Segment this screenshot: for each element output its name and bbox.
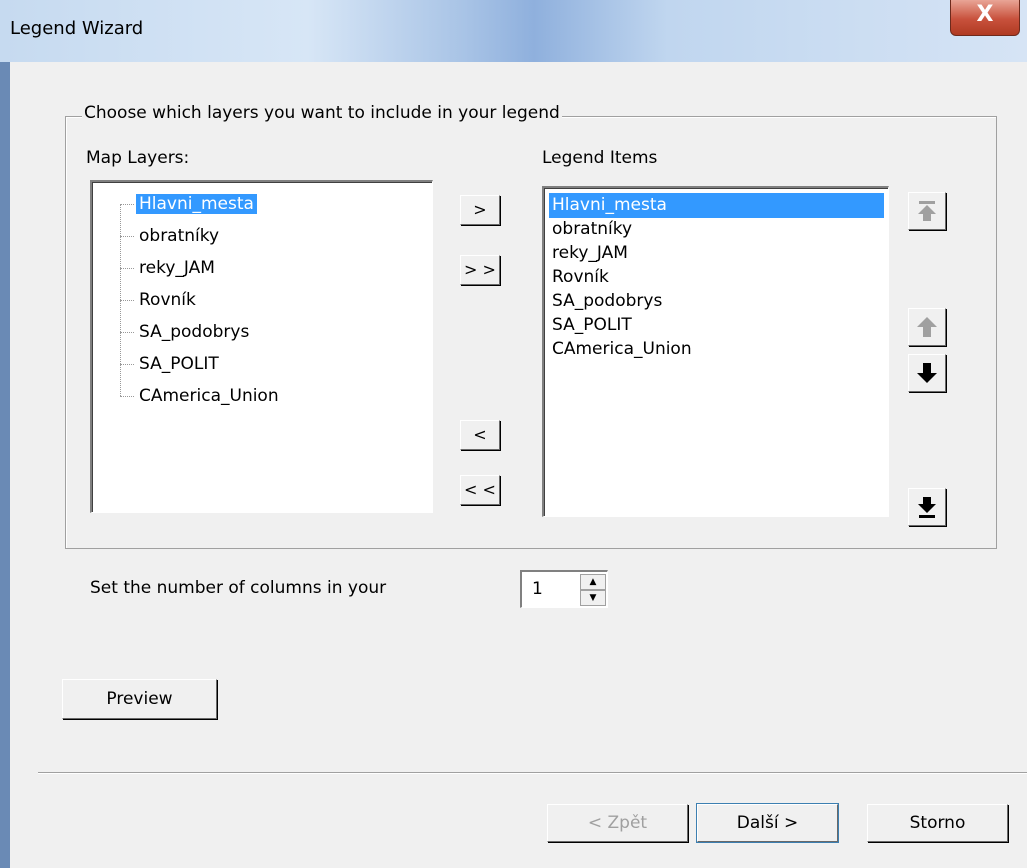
tree-connector [120, 236, 134, 237]
tree-connector [120, 300, 134, 301]
map-layers-list[interactable]: Hlavni_mesta obratníky reky_JAM Rovník S… [90, 180, 433, 513]
map-layers-label: Map Layers: [86, 148, 190, 168]
map-layer-item[interactable]: Hlavni_mesta [136, 192, 257, 216]
move-to-top-button[interactable] [908, 192, 946, 230]
tree-connector [120, 332, 134, 333]
footer-separator [38, 772, 1027, 774]
legend-item[interactable]: SA_podobrys [549, 289, 884, 314]
move-down-icon [917, 363, 937, 383]
next-button[interactable]: Další > [697, 804, 838, 842]
legend-item[interactable]: CAmerica_Union [549, 337, 884, 362]
add-layer-button[interactable]: > [460, 195, 500, 225]
map-layer-item[interactable]: reky_JAM [139, 256, 215, 280]
map-layer-item[interactable]: SA_podobrys [139, 320, 249, 344]
legend-item[interactable]: obratníky [549, 217, 884, 242]
add-all-layers-button[interactable]: > > [460, 255, 500, 285]
tree-connector [120, 204, 134, 205]
tree-connector [120, 364, 134, 365]
close-button[interactable]: X [950, 0, 1020, 36]
tree-connector [120, 396, 134, 397]
move-to-top-icon [918, 201, 936, 221]
columns-spinbox[interactable]: 1 ▲ ▼ [520, 570, 608, 608]
columns-value[interactable]: 1 [532, 579, 543, 599]
dialog-body: Choose which layers you want to include … [10, 62, 1027, 868]
window-title: Legend Wizard [10, 18, 144, 39]
legend-items-label: Legend Items [542, 148, 658, 168]
map-layer-item[interactable]: CAmerica_Union [139, 384, 279, 408]
move-up-icon [917, 317, 937, 337]
map-layer-item[interactable]: SA_POLIT [139, 352, 219, 376]
legend-item[interactable]: Rovník [549, 265, 884, 290]
tree-connector [120, 268, 134, 269]
move-up-button[interactable] [908, 308, 946, 346]
remove-all-layers-button[interactable]: < < [460, 475, 500, 505]
move-down-button[interactable] [908, 354, 946, 392]
map-layer-item[interactable]: obratníky [139, 224, 219, 248]
map-layer-item[interactable]: Rovník [139, 288, 196, 312]
title-bar: Legend Wizard X [0, 0, 1027, 62]
legend-item[interactable]: SA_POLIT [549, 313, 884, 338]
move-to-bottom-button[interactable] [908, 488, 946, 526]
legend-item[interactable]: reky_JAM [549, 241, 884, 266]
columns-label: Set the number of columns in your [90, 578, 387, 598]
legend-items-list[interactable]: Hlavni_mesta obratníky reky_JAM Rovník S… [542, 186, 889, 517]
move-to-bottom-icon [918, 497, 936, 518]
spin-up-button[interactable]: ▲ [580, 574, 606, 590]
spin-down-button[interactable]: ▼ [580, 590, 606, 606]
remove-layer-button[interactable]: < [460, 420, 500, 450]
back-button[interactable]: < Zpět [547, 804, 688, 842]
preview-button[interactable]: Preview [62, 679, 217, 719]
legend-item[interactable]: Hlavni_mesta [549, 193, 884, 218]
groupbox-caption: Choose which layers you want to include … [82, 103, 562, 123]
cancel-button[interactable]: Storno [867, 804, 1008, 842]
